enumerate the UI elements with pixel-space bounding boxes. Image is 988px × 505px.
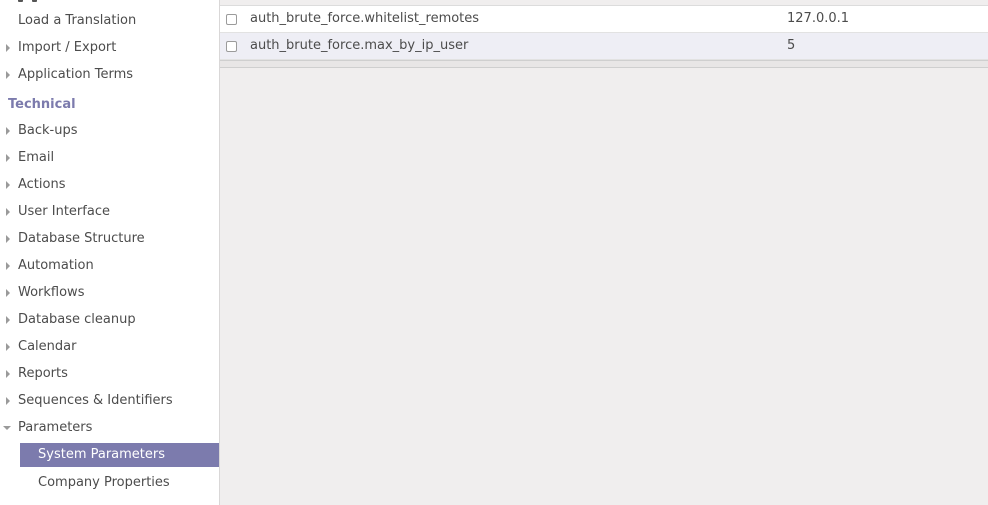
caret-right-icon xyxy=(6,262,10,270)
sidebar-item-label: Automation xyxy=(18,258,94,273)
sidebar-item-label: Parameters xyxy=(18,420,93,435)
app-window: Load a Translation Import / Export Appli… xyxy=(0,0,988,505)
caret-right-icon xyxy=(6,235,10,243)
sidebar-item-label: Calendar xyxy=(18,339,77,354)
sidebar-item-label: User Interface xyxy=(18,204,110,219)
caret-right-icon xyxy=(6,289,10,297)
clipped-glyph xyxy=(18,0,23,2)
sidebar-item-automation[interactable]: Automation xyxy=(0,255,219,277)
table-footer xyxy=(220,60,988,68)
sidebar-item-sequences-identifiers[interactable]: Sequences & Identifiers xyxy=(0,390,219,412)
row-checkbox[interactable] xyxy=(226,14,237,25)
sidebar-item-database-structure[interactable]: Database Structure xyxy=(0,228,219,250)
caret-right-icon xyxy=(6,44,10,52)
caret-down-icon xyxy=(3,426,11,430)
row-key: auth_brute_force.max_by_ip_user xyxy=(250,38,469,53)
sidebar-item-label: Database cleanup xyxy=(18,312,136,327)
caret-right-icon xyxy=(6,397,10,405)
row-value: 127.0.0.1 xyxy=(787,11,850,26)
sidebar-item-label: Workflows xyxy=(18,285,85,300)
sidebar-item-email[interactable]: Email xyxy=(0,147,219,169)
sidebar-subitem-company-properties[interactable]: Company Properties xyxy=(20,471,219,495)
sidebar-item-user-interface[interactable]: User Interface xyxy=(0,201,219,223)
sidebar-item-load-a-translation[interactable]: Load a Translation xyxy=(0,10,219,32)
caret-right-icon xyxy=(6,127,10,135)
sidebar-section-technical: Technical xyxy=(8,97,76,112)
sidebar-item-calendar[interactable]: Calendar xyxy=(0,336,219,358)
sidebar-subitem-system-parameters[interactable]: System Parameters xyxy=(20,443,219,467)
main-content: auth_brute_force.whitelist_remotes 127.0… xyxy=(220,0,988,505)
row-checkbox[interactable] xyxy=(226,41,237,52)
sidebar-item-label: Load a Translation xyxy=(18,13,137,28)
sidebar-item-label: Back-ups xyxy=(18,123,78,138)
caret-right-icon xyxy=(6,343,10,351)
sidebar-item-back-ups[interactable]: Back-ups xyxy=(0,120,219,142)
caret-right-icon xyxy=(6,208,10,216)
row-value: 5 xyxy=(787,38,796,53)
sidebar-item-label: Import / Export xyxy=(18,40,117,55)
row-key: auth_brute_force.whitelist_remotes xyxy=(250,11,480,26)
caret-right-icon xyxy=(6,154,10,162)
caret-right-icon xyxy=(6,71,10,79)
table-row[interactable]: auth_brute_force.whitelist_remotes 127.0… xyxy=(220,6,988,33)
sidebar-subitem-label: System Parameters xyxy=(38,447,166,462)
sidebar-item-label: Actions xyxy=(18,177,66,192)
sidebar-item-label: Database Structure xyxy=(18,231,145,246)
sidebar-item-label: Email xyxy=(18,150,55,165)
sidebar-item-workflows[interactable]: Workflows xyxy=(0,282,219,304)
sidebar-item-label: Reports xyxy=(18,366,68,381)
caret-right-icon xyxy=(6,316,10,324)
sidebar-item-label: Application Terms xyxy=(18,67,134,82)
caret-right-icon xyxy=(6,370,10,378)
sidebar-item-reports[interactable]: Reports xyxy=(0,363,219,385)
sidebar-item-actions[interactable]: Actions xyxy=(0,174,219,196)
sidebar-item-import-export[interactable]: Import / Export xyxy=(0,37,219,59)
sidebar-item-database-cleanup[interactable]: Database cleanup xyxy=(0,309,219,331)
sidebar-item-parameters[interactable]: Parameters xyxy=(0,417,219,439)
sidebar-subitem-label: Company Properties xyxy=(38,475,170,490)
sidebar: Load a Translation Import / Export Appli… xyxy=(0,0,220,505)
sidebar-item-label: Sequences & Identifiers xyxy=(18,393,173,408)
table-row[interactable]: auth_brute_force.max_by_ip_user 5 xyxy=(220,33,988,60)
caret-right-icon xyxy=(6,181,10,189)
clipped-menu-item xyxy=(18,0,78,3)
sidebar-item-application-terms[interactable]: Application Terms xyxy=(0,64,219,86)
clipped-glyph xyxy=(32,0,37,2)
